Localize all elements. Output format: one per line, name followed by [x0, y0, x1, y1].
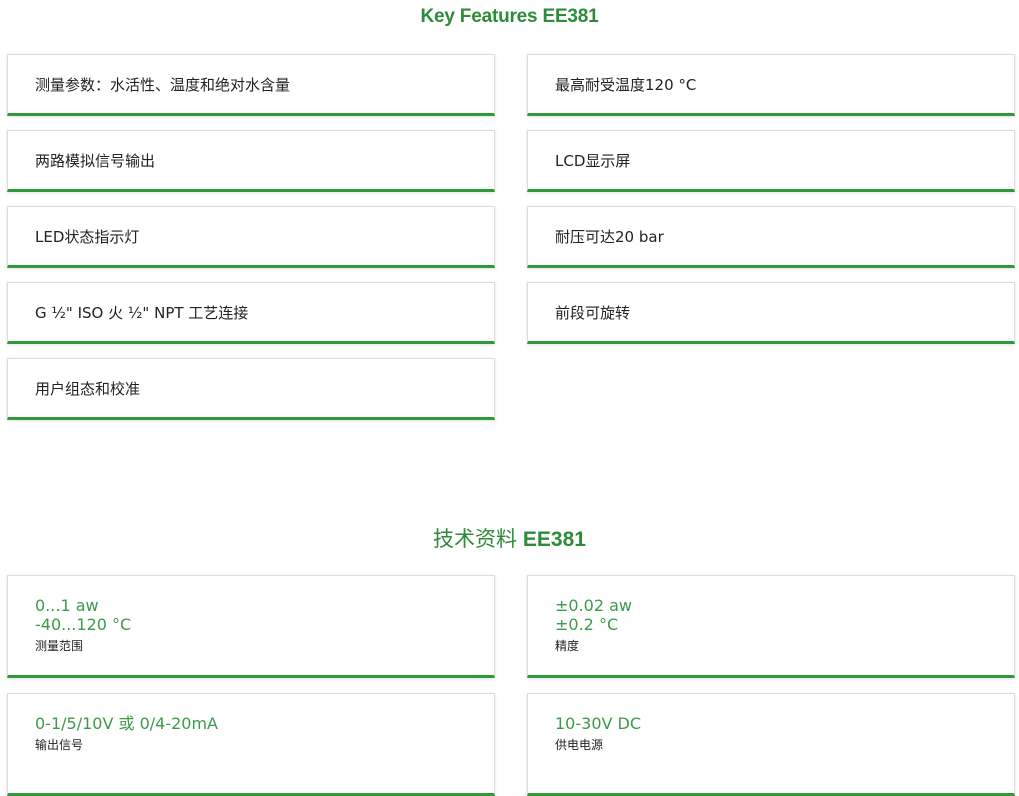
key-features-title: Key Features EE381 [420, 6, 599, 27]
technical-data-title: 技术资料 EE381 [0, 523, 1019, 553]
spec-value-line: ±0.2 °C [555, 615, 619, 634]
spec-value-line: 10-30V DC [555, 714, 642, 733]
feature-text: 两路模拟信号输出 [35, 151, 156, 170]
feature-text: 耐压可达20 bar [555, 227, 664, 246]
feature-card: 用户组态和校准 [7, 358, 495, 420]
feature-card: 两路模拟信号输出 [7, 130, 495, 192]
feature-card: 测量参数：水活性、温度和绝对水含量 [7, 54, 495, 116]
feature-card: 耐压可达20 bar [527, 206, 1015, 268]
feature-text: 前段可旋转 [555, 303, 631, 322]
spec-value-line: ±0.02 aw [555, 596, 633, 615]
feature-text: 最高耐受温度120 °C [555, 75, 697, 94]
spec-card-measuring-range: 0...1 aw -40...120 °C 测量范围 [7, 575, 495, 678]
spec-label: 测量范围 [35, 639, 84, 653]
spec-value-line: -40...120 °C [35, 615, 132, 634]
feature-card: LED状态指示灯 [7, 206, 495, 268]
spec-card-accuracy: ±0.02 aw ±0.2 °C 精度 [527, 575, 1015, 678]
features-grid: 测量参数：水活性、温度和绝对水含量 最高耐受温度120 °C 两路模拟信号输出 … [7, 54, 1015, 420]
feature-card: 最高耐受温度120 °C [527, 54, 1015, 116]
feature-text: G ½" ISO 火 ½" NPT 工艺连接 [35, 303, 249, 322]
feature-text: LED状态指示灯 [35, 227, 140, 246]
feature-card: LCD显示屏 [527, 130, 1015, 192]
spec-label: 供电电源 [555, 738, 604, 752]
specs-grid: 0...1 aw -40...120 °C 测量范围 ±0.02 aw ±0.2… [7, 575, 1015, 796]
feature-text: 用户组态和校准 [35, 379, 141, 398]
feature-card: 前段可旋转 [527, 282, 1015, 344]
feature-text: 测量参数：水活性、温度和绝对水含量 [35, 75, 291, 94]
spec-value-line: 0...1 aw [35, 596, 99, 615]
technical-data-title-model: EE381 [522, 528, 586, 551]
feature-text: LCD显示屏 [555, 151, 631, 170]
spec-label: 输出信号 [35, 738, 84, 752]
technical-data-title-cn: 技术资料 [433, 528, 523, 551]
spec-value-line: 0-1/5/10V 或 0/4-20mA [35, 714, 218, 733]
feature-card: G ½" ISO 火 ½" NPT 工艺连接 [7, 282, 495, 344]
spec-label: 精度 [555, 639, 580, 653]
